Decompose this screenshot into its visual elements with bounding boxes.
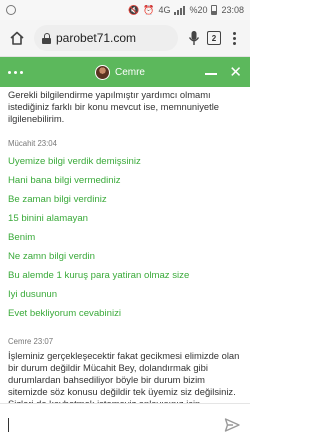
- alarm-icon: ⏰: [143, 4, 155, 15]
- send-icon: [224, 417, 240, 432]
- close-button[interactable]: ✕: [229, 65, 242, 80]
- agent-message: İşleminiz gerçekleşecektir fakat gecikme…: [8, 350, 240, 403]
- mute-icon: 🔇: [128, 4, 140, 15]
- address-bar[interactable]: parobet71.com: [34, 25, 178, 51]
- battery-icon: [211, 5, 218, 15]
- microphone-icon: [188, 31, 200, 45]
- message-composer: [0, 403, 250, 445]
- user-message: Ne zamn bilgi verdin: [8, 251, 95, 262]
- network-type: 4G: [158, 5, 171, 15]
- user-message: Iyi dusunun: [8, 289, 58, 300]
- user-message: Bu alemde 1 kuruş para yatiran olmaz siz…: [8, 270, 190, 281]
- agent-info: Cemre: [48, 64, 192, 80]
- battery-percent: %20: [189, 5, 208, 15]
- user-message: 15 binini alamayan: [8, 213, 89, 224]
- avatar: [94, 64, 110, 80]
- agent-message: Gerekli bilgilendirme yapılmıştır yardım…: [8, 89, 220, 124]
- whatsapp-notification-icon: [6, 5, 16, 15]
- send-button[interactable]: [222, 415, 242, 435]
- home-icon: [10, 31, 24, 45]
- tab-count: 2: [207, 31, 221, 45]
- browser-toolbar: parobet71.com 2: [0, 20, 250, 57]
- user-message: Benim: [8, 232, 36, 243]
- user-message: Evet bekliyorum cevabinizi: [8, 308, 122, 319]
- status-bar: 🔇 ⏰ 4G %20 23:08: [0, 0, 250, 20]
- user-sender-label: Mücahit 23:04: [8, 139, 57, 148]
- browser-menu-button[interactable]: [224, 27, 244, 49]
- home-button[interactable]: [6, 27, 28, 49]
- user-message: Be zaman bilgi verdiniz: [8, 194, 107, 205]
- message-input[interactable]: [9, 414, 222, 435]
- status-indicators: 🔇 ⏰ 4G %20 23:08: [128, 5, 244, 16]
- chat-transcript[interactable]: Gerekli bilgilendirme yapılmıştır yardım…: [0, 87, 250, 403]
- user-message: Uyemize bilgi verdik demişsiniz: [8, 156, 141, 167]
- agent-name: Cemre: [114, 66, 145, 78]
- lock-icon: [42, 32, 51, 44]
- tab-switcher-button[interactable]: 2: [204, 27, 224, 49]
- url-text: parobet71.com: [56, 31, 137, 45]
- user-message: Hani bana bilgi vermediniz: [8, 175, 121, 186]
- status-notifications: [6, 5, 16, 15]
- more-vert-icon: [232, 31, 236, 45]
- signal-icon: [174, 5, 186, 15]
- minimize-button[interactable]: [205, 73, 218, 75]
- chat-window-controls: ✕: [192, 65, 242, 80]
- clock: 23:08: [221, 5, 244, 15]
- agent-sender-label: Cemre 23:07: [8, 337, 54, 346]
- voice-search-button[interactable]: [184, 27, 204, 49]
- chat-options-button[interactable]: [8, 70, 48, 74]
- chat-header: Cemre ✕: [0, 57, 250, 87]
